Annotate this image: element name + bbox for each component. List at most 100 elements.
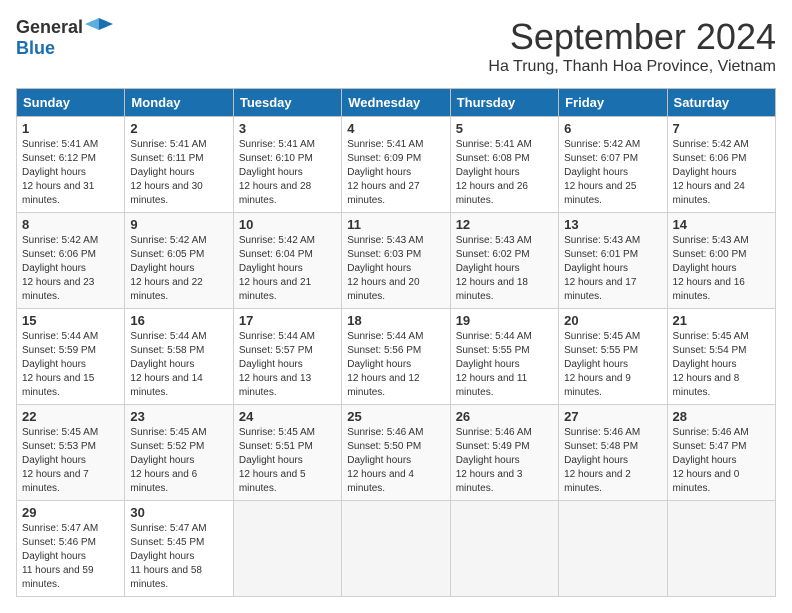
day-number: 1 [22, 121, 119, 136]
cell-info: Sunrise: 5:45 AMSunset: 5:54 PMDaylight … [673, 330, 770, 400]
calendar-cell: 19 Sunrise: 5:44 AMSunset: 5:55 PMDayligh… [450, 309, 558, 405]
calendar-header-sunday: Sunday [17, 89, 125, 117]
day-number: 16 [130, 313, 227, 328]
day-number: 12 [456, 217, 553, 232]
calendar-header-wednesday: Wednesday [342, 89, 450, 117]
calendar-header-saturday: Saturday [667, 89, 775, 117]
calendar-header-thursday: Thursday [450, 89, 558, 117]
cell-info: Sunrise: 5:44 AMSunset: 5:57 PMDaylight … [239, 330, 336, 400]
day-number: 5 [456, 121, 553, 136]
day-number: 15 [22, 313, 119, 328]
cell-info: Sunrise: 5:41 AMSunset: 6:12 PMDaylight … [22, 138, 119, 208]
logo-blue: Blue [16, 38, 55, 59]
cell-info: Sunrise: 5:45 AMSunset: 5:51 PMDaylight … [239, 426, 336, 496]
cell-info: Sunrise: 5:42 AMSunset: 6:06 PMDaylight … [22, 234, 119, 304]
day-number: 25 [347, 409, 444, 424]
cell-info: Sunrise: 5:47 AMSunset: 5:45 PMDaylight … [130, 522, 227, 592]
day-number: 22 [22, 409, 119, 424]
cell-info: Sunrise: 5:42 AMSunset: 6:07 PMDaylight … [564, 138, 661, 208]
calendar-cell: 24 Sunrise: 5:45 AMSunset: 5:51 PMDayligh… [233, 405, 341, 501]
day-number: 30 [130, 505, 227, 520]
calendar-cell [667, 501, 775, 597]
cell-info: Sunrise: 5:44 AMSunset: 5:56 PMDaylight … [347, 330, 444, 400]
cell-info: Sunrise: 5:42 AMSunset: 6:05 PMDaylight … [130, 234, 227, 304]
day-number: 7 [673, 121, 770, 136]
calendar-table: SundayMondayTuesdayWednesdayThursdayFrid… [16, 88, 776, 597]
day-number: 19 [456, 313, 553, 328]
day-number: 10 [239, 217, 336, 232]
calendar-cell: 15 Sunrise: 5:44 AMSunset: 5:59 PMDayligh… [17, 309, 125, 405]
calendar-header-row: SundayMondayTuesdayWednesdayThursdayFrid… [17, 89, 776, 117]
cell-info: Sunrise: 5:44 AMSunset: 5:59 PMDaylight … [22, 330, 119, 400]
calendar-week-4: 22 Sunrise: 5:45 AMSunset: 5:53 PMDayligh… [17, 405, 776, 501]
day-number: 3 [239, 121, 336, 136]
cell-info: Sunrise: 5:46 AMSunset: 5:49 PMDaylight … [456, 426, 553, 496]
calendar-cell [233, 501, 341, 597]
logo: General Blue [16, 16, 113, 59]
cell-info: Sunrise: 5:46 AMSunset: 5:48 PMDaylight … [564, 426, 661, 496]
cell-info: Sunrise: 5:43 AMSunset: 6:03 PMDaylight … [347, 234, 444, 304]
calendar-header-friday: Friday [559, 89, 667, 117]
calendar-cell: 28Sunrise: 5:46 AMSunset: 5:47 PMDayligh… [667, 405, 775, 501]
calendar-cell: 10 Sunrise: 5:42 AMSunset: 6:04 PMDayligh… [233, 213, 341, 309]
cell-info: Sunrise: 5:42 AMSunset: 6:06 PMDaylight … [673, 138, 770, 208]
day-number: 18 [347, 313, 444, 328]
cell-info: Sunrise: 5:45 AMSunset: 5:53 PMDaylight … [22, 426, 119, 496]
header: General Blue September 2024 Ha Trung, Th… [16, 16, 776, 76]
day-number: 2 [130, 121, 227, 136]
cell-info: Sunrise: 5:41 AMSunset: 6:08 PMDaylight … [456, 138, 553, 208]
calendar-week-5: 29Sunrise: 5:47 AMSunset: 5:46 PMDayligh… [17, 501, 776, 597]
day-number: 17 [239, 313, 336, 328]
cell-info: Sunrise: 5:44 AMSunset: 5:55 PMDaylight … [456, 330, 553, 400]
calendar-cell: 7 Sunrise: 5:42 AMSunset: 6:06 PMDaylight… [667, 117, 775, 213]
calendar-cell [450, 501, 558, 597]
day-number: 13 [564, 217, 661, 232]
cell-info: Sunrise: 5:45 AMSunset: 5:55 PMDaylight … [564, 330, 661, 400]
month-title: September 2024 [488, 16, 776, 58]
cell-info: Sunrise: 5:43 AMSunset: 6:00 PMDaylight … [673, 234, 770, 304]
cell-info: Sunrise: 5:43 AMSunset: 6:02 PMDaylight … [456, 234, 553, 304]
calendar-cell: 20 Sunrise: 5:45 AMSunset: 5:55 PMDayligh… [559, 309, 667, 405]
calendar-week-2: 8 Sunrise: 5:42 AMSunset: 6:06 PMDaylight… [17, 213, 776, 309]
day-number: 9 [130, 217, 227, 232]
calendar-cell: 18 Sunrise: 5:44 AMSunset: 5:56 PMDayligh… [342, 309, 450, 405]
day-number: 21 [673, 313, 770, 328]
day-number: 24 [239, 409, 336, 424]
day-number: 4 [347, 121, 444, 136]
day-number: 8 [22, 217, 119, 232]
calendar-cell: 8 Sunrise: 5:42 AMSunset: 6:06 PMDaylight… [17, 213, 125, 309]
day-number: 23 [130, 409, 227, 424]
calendar-cell: 9 Sunrise: 5:42 AMSunset: 6:05 PMDaylight… [125, 213, 233, 309]
day-number: 14 [673, 217, 770, 232]
day-number: 6 [564, 121, 661, 136]
cell-info: Sunrise: 5:42 AMSunset: 6:04 PMDaylight … [239, 234, 336, 304]
calendar-cell: 30 Sunrise: 5:47 AMSunset: 5:45 PMDayligh… [125, 501, 233, 597]
day-number: 28 [673, 409, 770, 424]
calendar-cell [559, 501, 667, 597]
calendar-cell: 26Sunrise: 5:46 AMSunset: 5:49 PMDayligh… [450, 405, 558, 501]
calendar-cell: 6 Sunrise: 5:42 AMSunset: 6:07 PMDaylight… [559, 117, 667, 213]
calendar-cell: 27 Sunrise: 5:46 AMSunset: 5:48 PMDayligh… [559, 405, 667, 501]
calendar-cell: 11 Sunrise: 5:43 AMSunset: 6:03 PMDayligh… [342, 213, 450, 309]
cell-info: Sunrise: 5:45 AMSunset: 5:52 PMDaylight … [130, 426, 227, 496]
calendar-cell: 22 Sunrise: 5:45 AMSunset: 5:53 PMDayligh… [17, 405, 125, 501]
day-number: 11 [347, 217, 444, 232]
calendar-cell: 17 Sunrise: 5:44 AMSunset: 5:57 PMDayligh… [233, 309, 341, 405]
calendar-cell: 5 Sunrise: 5:41 AMSunset: 6:08 PMDaylight… [450, 117, 558, 213]
calendar-cell: 23 Sunrise: 5:45 AMSunset: 5:52 PMDayligh… [125, 405, 233, 501]
calendar-week-1: 1 Sunrise: 5:41 AMSunset: 6:12 PMDaylight… [17, 117, 776, 213]
cell-info: Sunrise: 5:41 AMSunset: 6:11 PMDaylight … [130, 138, 227, 208]
calendar-header-tuesday: Tuesday [233, 89, 341, 117]
calendar-body: 1 Sunrise: 5:41 AMSunset: 6:12 PMDaylight… [17, 117, 776, 597]
cell-info: Sunrise: 5:41 AMSunset: 6:09 PMDaylight … [347, 138, 444, 208]
day-number: 27 [564, 409, 661, 424]
calendar-cell: 29Sunrise: 5:47 AMSunset: 5:46 PMDayligh… [17, 501, 125, 597]
calendar-cell: 3Sunrise: 5:41 AMSunset: 6:10 PMDaylight… [233, 117, 341, 213]
cell-info: Sunrise: 5:43 AMSunset: 6:01 PMDaylight … [564, 234, 661, 304]
calendar-week-3: 15 Sunrise: 5:44 AMSunset: 5:59 PMDayligh… [17, 309, 776, 405]
calendar-header-monday: Monday [125, 89, 233, 117]
logo-bird-icon [85, 16, 113, 38]
cell-info: Sunrise: 5:46 AMSunset: 5:50 PMDaylight … [347, 426, 444, 496]
calendar-cell: 4 Sunrise: 5:41 AMSunset: 6:09 PMDaylight… [342, 117, 450, 213]
day-number: 20 [564, 313, 661, 328]
